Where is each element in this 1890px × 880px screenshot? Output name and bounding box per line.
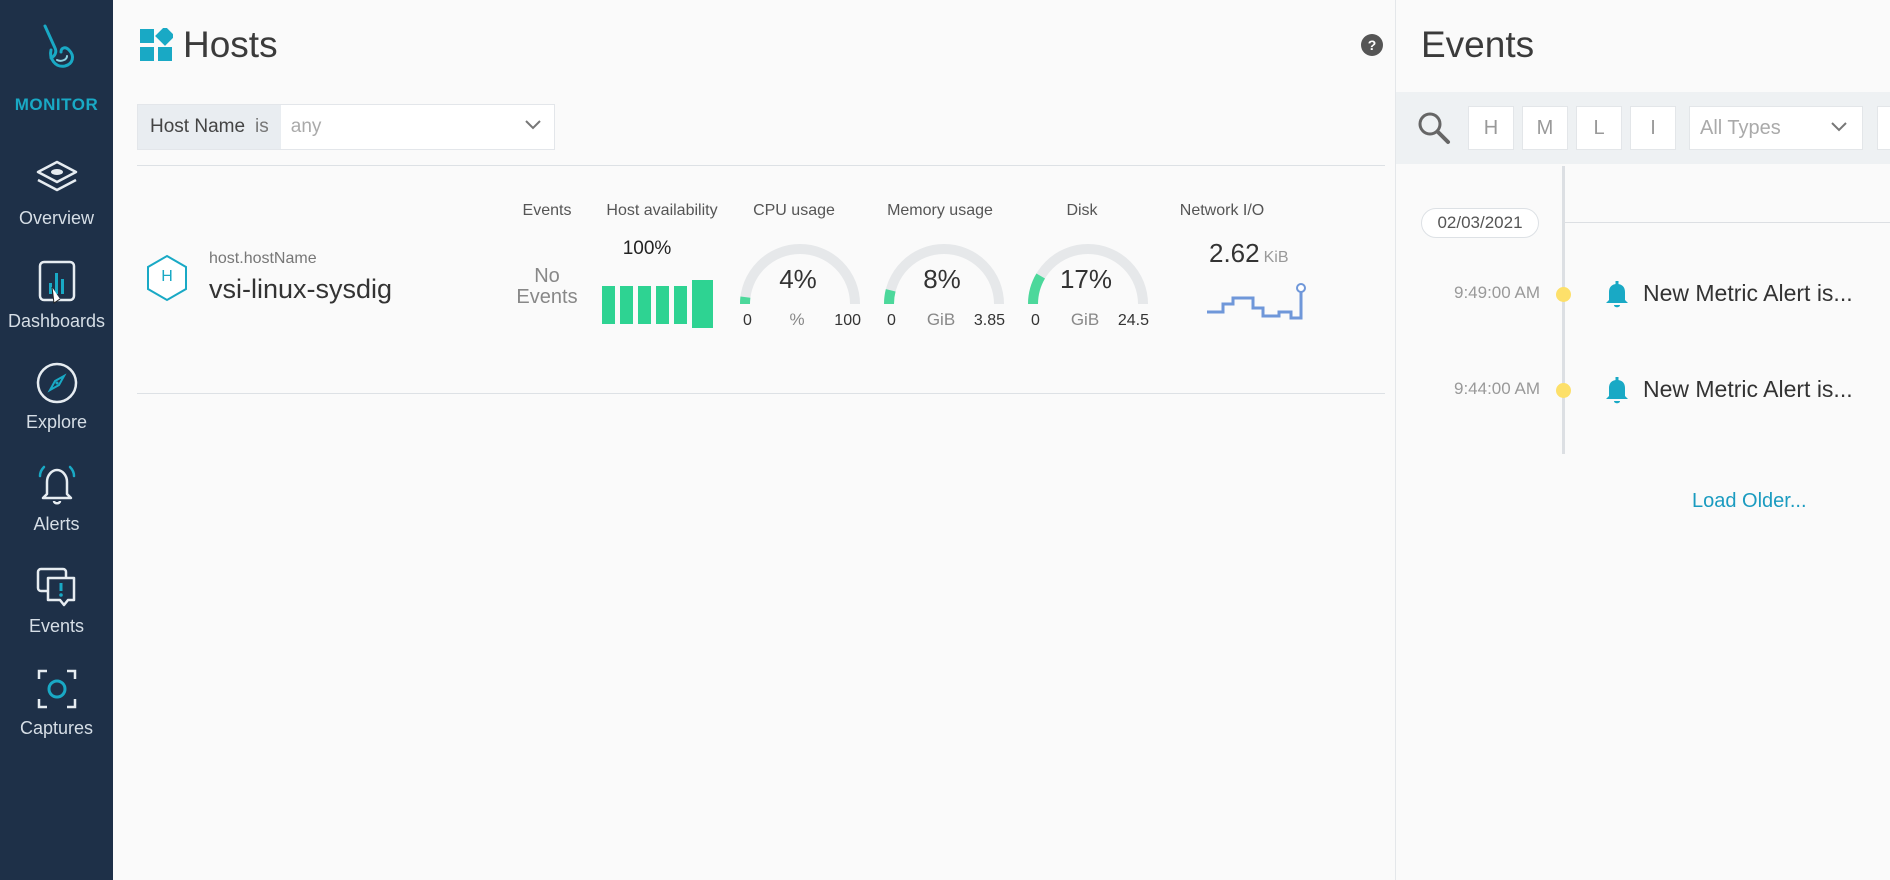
filter-key: Host Name is <box>138 105 281 149</box>
brand-label: MONITOR <box>14 95 99 114</box>
divider <box>137 393 1385 394</box>
events-title: Events <box>1421 24 1535 65</box>
event-type-select[interactable]: All Types <box>1689 106 1863 150</box>
severity-low-button[interactable]: L <box>1576 106 1622 150</box>
sidebar-item-label: Events <box>28 616 85 636</box>
cpu-column-title: CPU usage <box>753 202 835 219</box>
host-name-filter[interactable]: Host Name is any <box>137 104 555 150</box>
availability-value: 100% <box>622 238 672 259</box>
brand[interactable]: MONITOR <box>0 20 113 115</box>
cpu-max: 100 <box>834 312 861 329</box>
disk-max: 24.5 <box>1117 312 1149 329</box>
host-key-label: host.hostName <box>209 250 317 267</box>
host-name[interactable]: vsi-linux-sysdig <box>209 274 392 305</box>
memory-value: 8% <box>923 264 961 294</box>
availability-bars <box>602 280 713 328</box>
events-panel: Events H M L I All Types 02/03/2021 9:49… <box>1395 0 1890 880</box>
filter-operator: is <box>255 116 269 137</box>
page-title: Hosts <box>139 24 278 66</box>
filter-value-placeholder: any <box>290 116 322 137</box>
sidebar-item-dashboards[interactable]: Dashboards <box>0 259 113 332</box>
chevron-down-icon <box>1831 122 1847 132</box>
severity-high-button[interactable]: H <box>1468 106 1514 150</box>
network-value: 2.62 KiB <box>1209 238 1289 269</box>
events-column-title: Events <box>522 202 572 219</box>
bell-icon <box>38 465 75 505</box>
memory-gauge: 8% 0 GiB 3.85 <box>879 224 1009 334</box>
alert-bell-icon <box>1606 281 1628 308</box>
sidebar-item-explore[interactable]: Explore <box>0 360 113 433</box>
compass-icon <box>36 362 77 404</box>
sidebar-item-label: Alerts <box>33 514 80 534</box>
dashboard-icon <box>38 260 75 304</box>
severity-medium-button[interactable]: M <box>1522 106 1568 150</box>
toolbar-overflow-control[interactable] <box>1877 106 1890 150</box>
disk-gauge: 17% 0 GiB 24.5 <box>1023 224 1153 334</box>
availability-column-title: Host availability <box>606 202 718 219</box>
date-pill: 02/03/2021 <box>1421 208 1539 238</box>
sidebar-item-alerts[interactable]: Alerts <box>0 462 113 535</box>
network-sparkline <box>1207 283 1306 320</box>
cpu-gauge: 4% 0 % 100 <box>735 224 865 334</box>
layers-icon <box>36 160 77 192</box>
event-item-title[interactable]: New Metric Alert is... <box>1643 376 1853 403</box>
sysdig-logo-icon <box>43 24 74 68</box>
capture-icon <box>37 669 76 709</box>
sidebar-item-label: Captures <box>19 718 94 738</box>
hosts-panel: Hosts ? Host Name is any H host.hostName … <box>113 0 1395 880</box>
sidebar-item-events[interactable]: Events <box>0 564 113 637</box>
host-badge: H <box>161 268 173 285</box>
hosts-title-text: Hosts <box>183 24 278 65</box>
availability-bar <box>674 286 687 324</box>
chat-icon <box>36 567 75 607</box>
availability-bar <box>656 286 669 324</box>
date-separator-line <box>1565 222 1890 223</box>
host-row[interactable]: H host.hostName vsi-linux-sysdig Events … <box>137 170 1385 390</box>
help-icon[interactable]: ? <box>1361 34 1383 56</box>
network-unit: KiB <box>1263 249 1289 266</box>
memory-max: 3.85 <box>973 312 1005 329</box>
event-severity-dot <box>1556 287 1571 302</box>
sidebar-item-label: Explore <box>25 412 88 432</box>
disk-value: 17% <box>1059 264 1113 294</box>
search-icon[interactable] <box>1414 108 1454 148</box>
sidebar-item-captures[interactable]: Captures <box>0 666 113 739</box>
availability-bar <box>620 286 633 324</box>
sidebar-item-label: Overview <box>18 208 94 228</box>
alert-bell-icon <box>1606 377 1628 404</box>
event-item-title[interactable]: New Metric Alert is... <box>1643 280 1853 307</box>
divider <box>137 165 1385 166</box>
hosts-grid-icon <box>140 28 173 61</box>
event-time: 9:49:00 AM <box>1453 283 1540 302</box>
cpu-value: 4% <box>779 264 817 294</box>
disk-column-title: Disk <box>1066 202 1098 219</box>
severity-info-button[interactable]: I <box>1630 106 1676 150</box>
sidebar: MONITOR Overview Dashboards Explore Aler… <box>0 0 113 880</box>
event-severity-dot <box>1556 383 1571 398</box>
availability-bar <box>602 286 615 324</box>
availability-bar <box>692 280 713 328</box>
event-type-value: All Types <box>1700 117 1781 139</box>
filter-key-label: Host Name <box>150 116 246 137</box>
timeline-line <box>1562 166 1565 454</box>
network-number: 2.62 <box>1209 238 1260 268</box>
load-older-link[interactable]: Load Older... <box>1692 490 1807 513</box>
no-events-text: No Events <box>516 265 578 308</box>
event-time: 9:44:00 AM <box>1453 379 1540 398</box>
chevron-down-icon <box>525 120 541 130</box>
availability-bar <box>638 286 651 324</box>
filter-value-select[interactable]: any <box>281 105 554 149</box>
sidebar-item-overview[interactable]: Overview <box>0 156 113 229</box>
events-toolbar: H M L I All Types <box>1396 92 1890 164</box>
memory-column-title: Memory usage <box>887 202 993 219</box>
network-column-title: Network I/O <box>1179 202 1265 219</box>
sidebar-item-label: Dashboards <box>7 311 106 331</box>
